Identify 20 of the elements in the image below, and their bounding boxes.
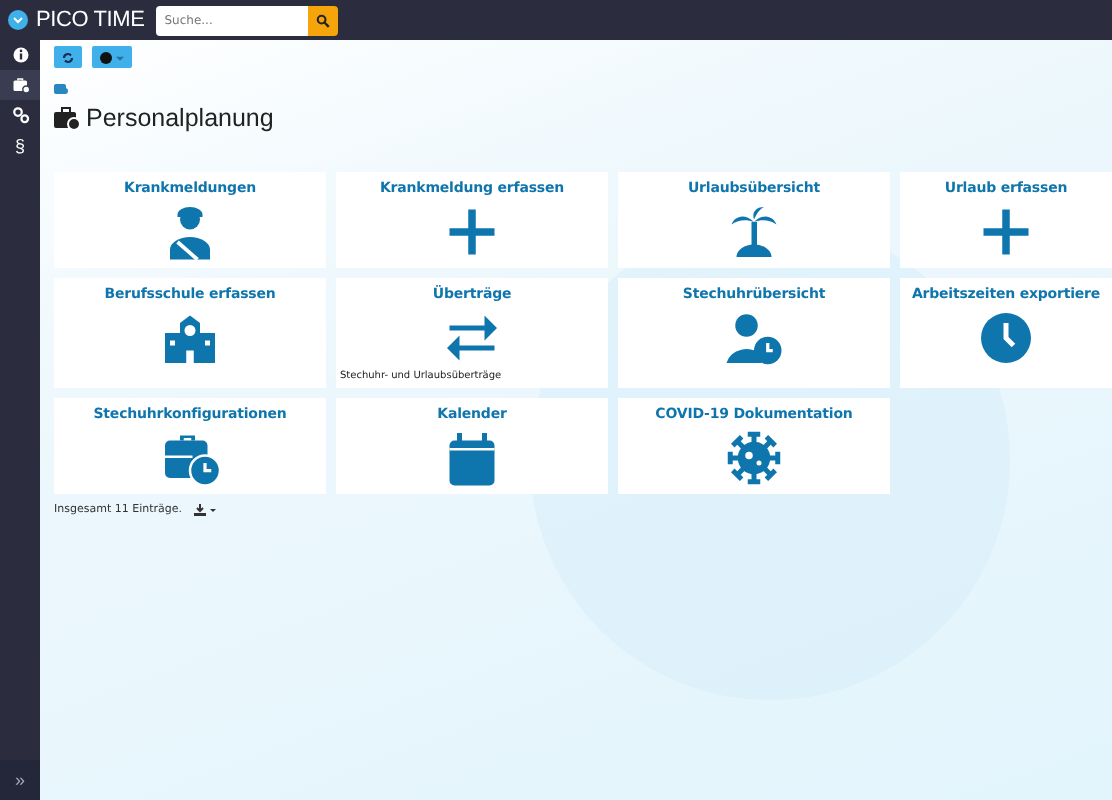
search-button[interactable] xyxy=(308,5,339,35)
clock-icon xyxy=(976,308,1036,368)
gears-icon xyxy=(11,106,29,124)
virus-icon xyxy=(724,428,784,488)
download-icon xyxy=(194,504,216,516)
expand-button[interactable]: » xyxy=(0,760,40,800)
logo-icon xyxy=(8,10,28,30)
briefcase-icon xyxy=(11,76,29,94)
sidebar-item[interactable]: § xyxy=(0,130,40,160)
refresh-button[interactable] xyxy=(54,46,82,68)
download-button[interactable] xyxy=(194,504,216,516)
sidebar-item[interactable] xyxy=(0,70,40,100)
info-icon xyxy=(11,46,29,64)
refresh-icon xyxy=(62,51,74,63)
person-clock-icon xyxy=(724,308,784,368)
page-title: Personalplanung xyxy=(86,104,274,132)
search-icon xyxy=(316,13,331,27)
logo-text: PICO TIME xyxy=(36,8,145,32)
help-button[interactable] xyxy=(92,46,132,68)
briefcase-clock-icon xyxy=(54,106,80,130)
